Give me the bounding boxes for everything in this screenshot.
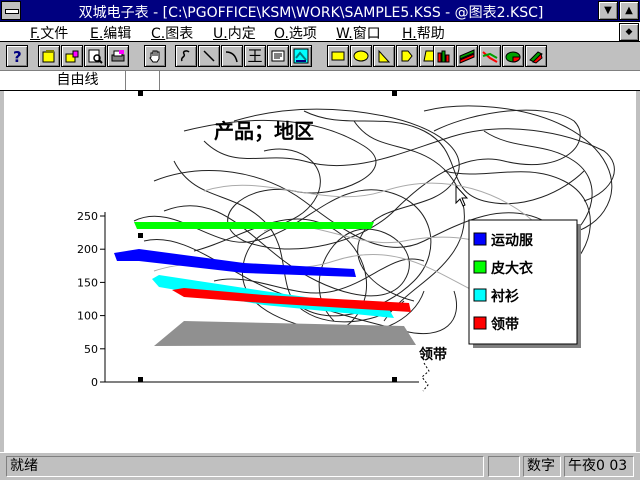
pie-chart-icon[interactable] (502, 45, 524, 67)
menu-help-key: H. (402, 26, 417, 42)
legend-swatch (473, 260, 487, 274)
menu-chart-label: 图表 (165, 26, 194, 42)
legend-label: 领带 (491, 316, 519, 333)
textbox-icon[interactable] (267, 45, 289, 67)
edit-bar: 自由线 (0, 71, 640, 91)
legend-label: 皮大衣 (490, 260, 534, 277)
y-axis-ticks: 0 50 100 150 200 250 (77, 210, 105, 389)
legend[interactable]: 运动服皮大衣衬衫领带 (468, 219, 581, 348)
menu-options-key: O. (274, 26, 289, 42)
ellipse-icon[interactable] (350, 45, 372, 67)
window-title: 双城电子表 - [C:\PGOFFICE\KSM\WORK\SAMPLE5.KS… (78, 5, 544, 21)
menu-defaults-key: U. (213, 26, 228, 42)
overflow-dash (421, 362, 430, 392)
document-restore-button[interactable]: ◆ (619, 23, 639, 41)
print-preview-icon[interactable] (84, 45, 106, 67)
chart-svg[interactable]: 0 50 100 150 200 250 产品；地区 领带 运动服皮大衣衬衫领带 (4, 91, 636, 452)
minimize-button[interactable]: ▼ (598, 1, 618, 20)
help-icon[interactable]: ? (6, 45, 28, 67)
series-ribbon-red[interactable] (172, 288, 411, 312)
menu-window[interactable]: W.窗口 (336, 23, 381, 43)
triangle-icon[interactable] (373, 45, 395, 67)
svg-text:?: ? (13, 48, 22, 64)
status-bar: 就绪 数字 午夜0 03 (0, 452, 640, 480)
line-chart-icon[interactable] (479, 45, 501, 67)
status-message: 就绪 (6, 456, 484, 477)
menu-file[interactable]: F.文件 (30, 23, 68, 43)
y-tick-label: 50 (84, 343, 98, 356)
combo-chart-icon[interactable] (525, 45, 547, 67)
chart-title[interactable]: 产品；地区 (214, 119, 314, 143)
arc-icon[interactable] (221, 45, 243, 67)
menu-bar: F.文件 E.编辑 C.图表 U.内定 O.选项 W.窗口 H.帮助 ◆ (0, 22, 640, 42)
overflow-series-label: 领带 (419, 346, 447, 363)
y-tick-label: 0 (91, 376, 98, 389)
status-empty-panel (488, 456, 520, 477)
menu-edit[interactable]: E.编辑 (90, 23, 131, 43)
rectangle-icon[interactable] (327, 45, 349, 67)
line-icon[interactable] (198, 45, 220, 67)
series-ribbon-green[interactable] (134, 222, 374, 229)
print-icon[interactable] (107, 45, 129, 67)
maximize-button[interactable]: ▲ (619, 1, 639, 20)
menu-edit-key: E. (90, 26, 104, 42)
menu-file-key: F. (30, 26, 41, 42)
area-chart-icon[interactable] (456, 45, 478, 67)
title-bar[interactable]: 双城电子表 - [C:\PGOFFICE\KSM\WORK\SAMPLE5.KS… (0, 0, 640, 22)
save-icon[interactable] (61, 45, 83, 67)
legend-label: 衬衫 (491, 288, 519, 305)
text-tool-glyph: 王 (247, 47, 263, 65)
hand-icon[interactable] (144, 45, 166, 67)
menu-options-label: 选项 (288, 26, 317, 42)
y-tick-label: 200 (77, 243, 98, 256)
menu-window-label: 窗口 (352, 26, 381, 42)
bar-chart-icon[interactable] (433, 45, 455, 67)
menu-edit-label: 编辑 (103, 26, 132, 42)
menu-options[interactable]: O.选项 (274, 23, 317, 43)
system-menu-icon[interactable] (1, 1, 21, 20)
drawing-mode-field[interactable]: 自由线 (30, 71, 126, 90)
menu-file-label: 文件 (40, 26, 69, 42)
status-clock: 午夜0 03 (564, 456, 634, 477)
pentagon-icon[interactable] (396, 45, 418, 67)
y-tick-label: 250 (77, 210, 98, 223)
edit-bar-cell (126, 71, 160, 90)
picture-icon[interactable] (290, 45, 312, 67)
open-icon[interactable] (38, 45, 60, 67)
mouse-cursor-icon (455, 184, 469, 207)
menu-defaults-label: 内定 (227, 26, 256, 42)
toolbar: ? 王 (0, 42, 640, 71)
text-icon[interactable]: 王 (244, 45, 266, 67)
numlock-indicator: 数字 (523, 456, 561, 477)
series-ribbon-blue[interactable] (114, 249, 356, 277)
y-tick-label: 150 (77, 276, 98, 289)
chart-floor (154, 321, 416, 346)
legend-swatch (473, 288, 487, 302)
freehand-icon[interactable] (175, 45, 197, 67)
menu-help[interactable]: H.帮助 (402, 23, 445, 43)
legend-swatch (473, 232, 487, 246)
menu-defaults[interactable]: U.内定 (213, 23, 256, 43)
menu-chart[interactable]: C.图表 (151, 23, 193, 43)
legend-label: 运动服 (491, 232, 534, 249)
app-window: 双城电子表 - [C:\PGOFFICE\KSM\WORK\SAMPLE5.KS… (0, 0, 640, 480)
menu-window-key: W. (336, 26, 353, 42)
menu-help-label: 帮助 (416, 26, 445, 42)
y-tick-label: 100 (77, 310, 98, 323)
legend-swatch (473, 316, 487, 330)
chart-canvas[interactable]: 0 50 100 150 200 250 产品；地区 领带 运动服皮大衣衬衫领带 (4, 91, 636, 452)
menu-chart-key: C. (151, 26, 166, 42)
